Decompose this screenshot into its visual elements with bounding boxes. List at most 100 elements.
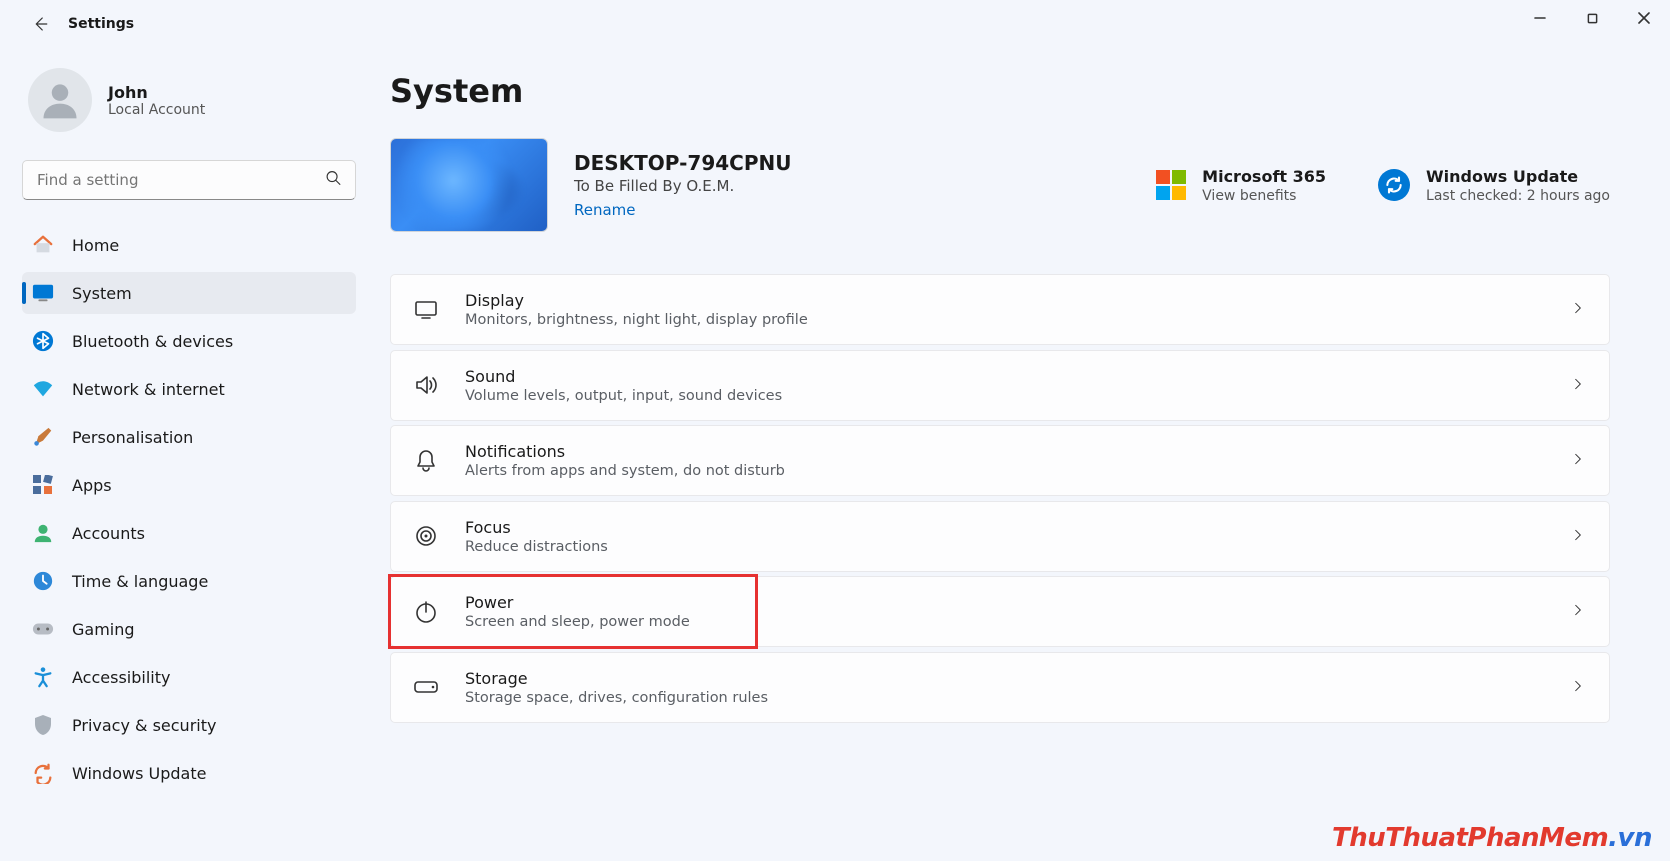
personalisation-icon (32, 426, 54, 448)
sidebar-item-personalisation[interactable]: Personalisation (22, 416, 356, 458)
card-title: Sound (465, 367, 782, 386)
maximize-icon (1587, 13, 1598, 24)
winupdate-title: Windows Update (1426, 167, 1610, 186)
system-icon (32, 282, 54, 304)
card-display[interactable]: Display Monitors, brightness, night light… (390, 274, 1610, 345)
chevron-right-icon (1571, 678, 1585, 697)
home-icon (32, 234, 54, 256)
windows-update-block[interactable]: Windows Update Last checked: 2 hours ago (1378, 167, 1610, 204)
search-input[interactable] (22, 160, 356, 200)
close-icon (1638, 12, 1650, 24)
account-name: John (108, 83, 205, 102)
window-title: Settings (68, 16, 134, 32)
card-sub: Screen and sleep, power mode (465, 614, 690, 630)
card-title: Display (465, 291, 808, 310)
close-button[interactable] (1618, 0, 1670, 36)
card-title: Storage (465, 669, 768, 688)
card-sound[interactable]: Sound Volume levels, output, input, sound… (390, 350, 1610, 421)
device-name: DESKTOP-794CPNU (574, 151, 791, 175)
card-sub: Monitors, brightness, night light, displ… (465, 312, 808, 328)
card-power[interactable]: Power Screen and sleep, power mode (390, 576, 1610, 647)
maximize-button[interactable] (1566, 0, 1618, 36)
sidebar-item-label: Network & internet (72, 380, 225, 399)
sidebar-item-label: Accounts (72, 524, 145, 543)
page-title: System (390, 72, 1610, 110)
display-icon (413, 297, 439, 323)
sidebar-item-label: Bluetooth & devices (72, 332, 233, 351)
sidebar-item-system[interactable]: System (22, 272, 356, 314)
arrow-left-icon (31, 15, 49, 33)
sidebar-item-update[interactable]: Windows Update (22, 752, 356, 794)
device-header: DESKTOP-794CPNU To Be Filled By O.E.M. R… (390, 138, 1610, 232)
person-icon (38, 78, 82, 122)
network-icon (32, 378, 54, 400)
titlebar: Settings (0, 0, 1670, 48)
sidebar-item-bluetooth[interactable]: Bluetooth & devices (22, 320, 356, 362)
sidebar-item-apps[interactable]: Apps (22, 464, 356, 506)
windows-update-icon (1378, 169, 1410, 201)
sidebar-item-label: Time & language (72, 572, 208, 591)
card-title: Focus (465, 518, 608, 537)
account-sub: Local Account (108, 102, 205, 118)
sidebar-item-time[interactable]: Time & language (22, 560, 356, 602)
sidebar-item-network[interactable]: Network & internet (22, 368, 356, 410)
card-storage[interactable]: Storage Storage space, drives, configurat… (390, 652, 1610, 723)
time-icon (32, 570, 54, 592)
account-block[interactable]: John Local Account (22, 68, 356, 132)
sidebar-item-label: Windows Update (72, 764, 206, 783)
watermark: ThuThuatPhanMem.vn (1332, 823, 1652, 853)
sidebar-item-label: Apps (72, 476, 112, 495)
apps-icon (32, 474, 54, 496)
storage-icon (413, 674, 439, 700)
focus-icon (413, 523, 439, 549)
sidebar-item-label: Privacy & security (72, 716, 216, 735)
sidebar-item-gaming[interactable]: Gaming (22, 608, 356, 650)
sidebar-item-label: Gaming (72, 620, 135, 639)
device-oem: To Be Filled By O.E.M. (574, 177, 791, 195)
sidebar-item-label: Home (72, 236, 119, 255)
device-thumbnail (390, 138, 548, 232)
card-sub: Alerts from apps and system, do not dist… (465, 463, 785, 479)
card-sub: Reduce distractions (465, 539, 608, 555)
sidebar-item-privacy[interactable]: Privacy & security (22, 704, 356, 746)
microsoft-logo-icon (1156, 170, 1186, 200)
bluetooth-icon (32, 330, 54, 352)
sidebar-item-label: System (72, 284, 132, 303)
card-focus[interactable]: Focus Reduce distractions (390, 501, 1610, 572)
chevron-right-icon (1571, 300, 1585, 319)
chevron-right-icon (1571, 376, 1585, 395)
accessibility-icon (32, 666, 54, 688)
ms365-title: Microsoft 365 (1202, 167, 1326, 186)
sidebar-item-label: Accessibility (72, 668, 170, 687)
notifications-icon (413, 448, 439, 474)
card-title: Notifications (465, 442, 785, 461)
ms365-sub: View benefits (1202, 188, 1326, 204)
update-icon (32, 762, 54, 784)
ms365-block[interactable]: Microsoft 365 View benefits (1156, 167, 1326, 204)
sidebar-item-accounts[interactable]: Accounts (22, 512, 356, 554)
chevron-right-icon (1571, 451, 1585, 470)
sound-icon (413, 372, 439, 398)
search-box (22, 160, 356, 200)
accounts-icon (32, 522, 54, 544)
privacy-icon (32, 714, 54, 736)
avatar (28, 68, 92, 132)
power-icon (413, 599, 439, 625)
winupdate-sub: Last checked: 2 hours ago (1426, 188, 1610, 204)
search-icon (325, 170, 342, 191)
card-title: Power (465, 593, 690, 612)
card-notifications[interactable]: Notifications Alerts from apps and system… (390, 425, 1610, 496)
card-sub: Storage space, drives, configuration rul… (465, 690, 768, 706)
sidebar-item-accessibility[interactable]: Accessibility (22, 656, 356, 698)
gaming-icon (32, 618, 54, 640)
back-button[interactable] (20, 4, 60, 44)
card-sub: Volume levels, output, input, sound devi… (465, 388, 782, 404)
minimize-button[interactable] (1514, 0, 1566, 36)
sidebar-item-home[interactable]: Home (22, 224, 356, 266)
sidebar-item-label: Personalisation (72, 428, 193, 447)
sidebar: John Local Account Home System Bluetooth… (0, 48, 370, 861)
window-controls (1514, 0, 1670, 36)
minimize-icon (1534, 12, 1546, 24)
chevron-right-icon (1571, 602, 1585, 621)
rename-link[interactable]: Rename (574, 201, 636, 219)
